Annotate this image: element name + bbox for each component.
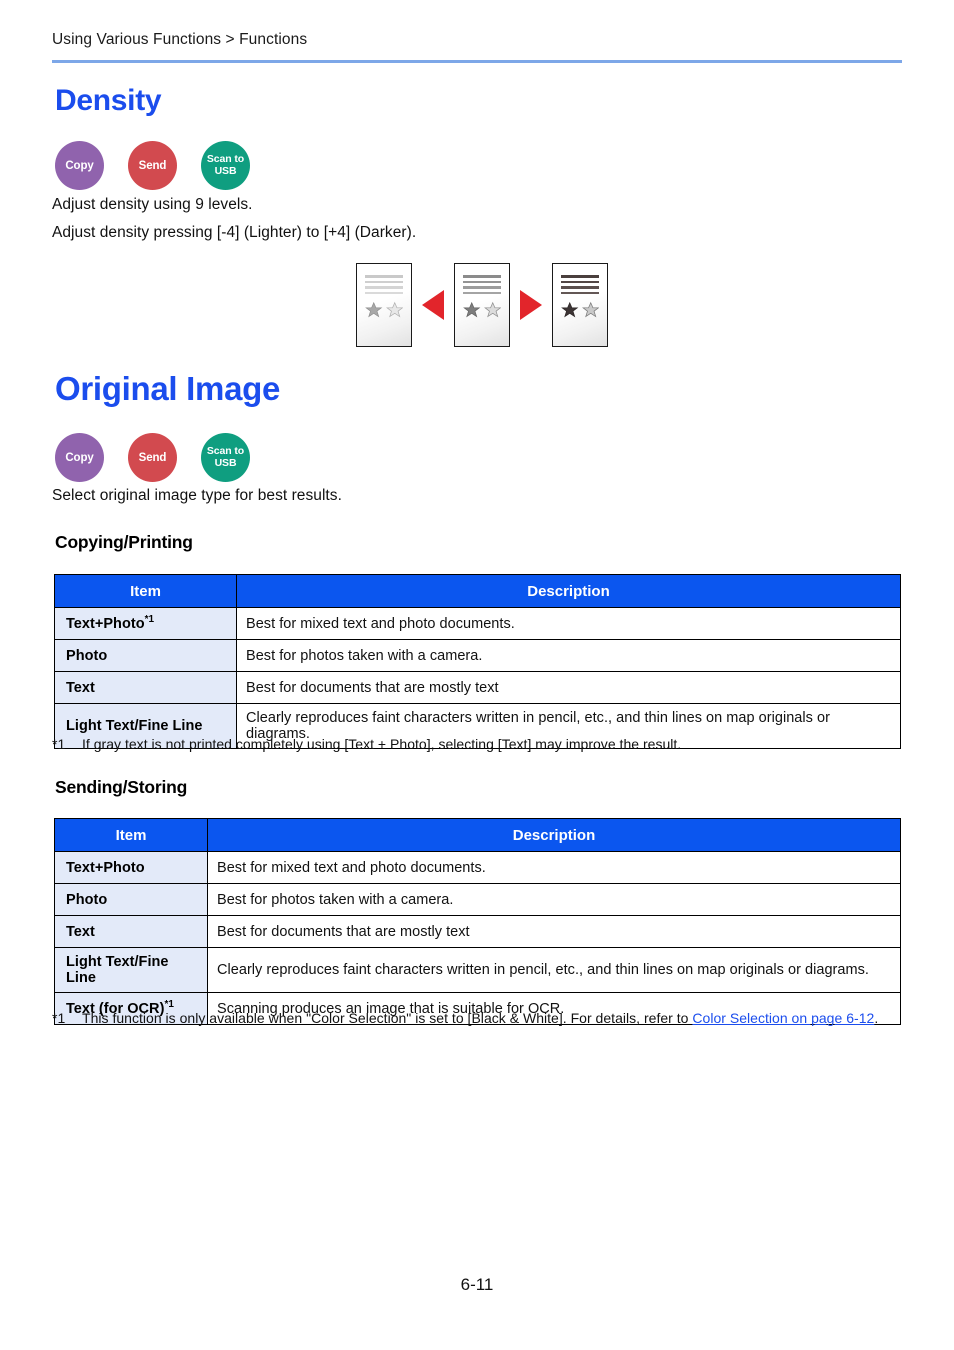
table-row: Photo Best for photos taken with a camer… xyxy=(54,639,901,672)
document-lines-icon xyxy=(365,275,403,294)
badge-send: Send xyxy=(128,141,177,190)
badge-copy: Copy xyxy=(55,141,104,190)
cell-item: Text+Photo xyxy=(54,851,208,884)
document-lines-icon xyxy=(463,275,501,294)
section-heading-sending-storing: Sending/Storing xyxy=(55,777,188,797)
table-row: Photo Best for photos taken with a camer… xyxy=(54,883,901,916)
item-label: Text xyxy=(66,923,95,940)
footnote-text: If gray text is not printed completely u… xyxy=(82,736,682,752)
density-illustration xyxy=(356,263,608,347)
footnote-text-before: This function is only available when "Co… xyxy=(82,1010,693,1026)
item-label: Text+Photo xyxy=(66,615,145,632)
column-header-description: Description xyxy=(236,574,901,608)
item-label: Light Text/Fine Line xyxy=(66,954,169,986)
cell-description: Clearly reproduces faint characters writ… xyxy=(207,947,901,993)
document-thumbnail-darker xyxy=(552,263,608,347)
table-copying-printing: Item Description Text+Photo*1 Best for m… xyxy=(54,574,901,749)
document-stars-icon xyxy=(561,301,599,319)
page-title-density: Density xyxy=(55,84,162,117)
document-stars-icon xyxy=(463,301,501,319)
cell-description: Best for photos taken with a camera. xyxy=(207,883,901,916)
item-label: Photo xyxy=(66,647,108,664)
column-header-item: Item xyxy=(54,818,208,852)
footnote-text-after: . xyxy=(874,1010,879,1026)
cell-description: Best for documents that are mostly text xyxy=(207,915,901,948)
cell-item: Text xyxy=(54,915,208,948)
footnote-marker: *1 xyxy=(164,998,174,1010)
badge-copy: Copy xyxy=(55,433,104,482)
document-thumbnail-lighter xyxy=(356,263,412,347)
star-outline-icon xyxy=(385,301,403,318)
table-row: Light Text/Fine Line Clearly reproduces … xyxy=(54,947,901,993)
cell-item: Photo xyxy=(54,639,237,672)
cell-item: Photo xyxy=(54,883,208,916)
arrow-left-icon xyxy=(422,290,444,320)
table-row: Text Best for documents that are mostly … xyxy=(54,671,901,704)
document-lines-icon xyxy=(561,275,599,294)
table-sending-storing: Item Description Text+Photo Best for mix… xyxy=(54,818,901,1025)
table-header-row: Item Description xyxy=(54,818,901,852)
footnote-sending-storing: *1 This function is only available when "… xyxy=(52,1010,878,1026)
header-divider xyxy=(52,60,902,63)
star-filled-icon xyxy=(365,301,383,318)
column-header-description: Description xyxy=(207,818,901,852)
section-heading-copying-printing: Copying/Printing xyxy=(55,532,193,552)
page-title-original-image: Original Image xyxy=(55,370,281,407)
cell-item: Light Text/Fine Line xyxy=(54,947,208,993)
star-outline-icon xyxy=(581,301,599,318)
page-number: 6-11 xyxy=(460,1275,494,1294)
document-page: Using Various Functions > Functions Dens… xyxy=(0,0,954,1350)
original-image-badge-row: Copy Send Scan to USB xyxy=(55,433,250,482)
table-row: Text Best for documents that are mostly … xyxy=(54,915,901,948)
table-row: Text+Photo*1 Best for mixed text and pho… xyxy=(54,607,901,640)
arrow-right-icon xyxy=(520,290,542,320)
document-thumbnail-normal xyxy=(454,263,510,347)
item-label: Photo xyxy=(66,891,108,908)
breadcrumb: Using Various Functions > Functions xyxy=(52,31,308,48)
item-label: Text xyxy=(66,679,95,696)
document-stars-icon xyxy=(365,301,403,319)
badge-scan-to-usb: Scan to USB xyxy=(201,433,250,482)
star-filled-icon xyxy=(463,301,481,318)
cell-item: Text xyxy=(54,671,237,704)
cell-description: Best for photos taken with a camera. xyxy=(236,639,901,672)
item-label: Light Text/Fine Line xyxy=(66,718,203,734)
badge-send: Send xyxy=(128,433,177,482)
density-paragraph-2: Adjust density pressing [-4] (Lighter) t… xyxy=(52,224,417,241)
link-color-selection[interactable]: Color Selection on page 6-12 xyxy=(692,1010,874,1026)
density-badge-row: Copy Send Scan to USB xyxy=(55,141,250,190)
footnote-marker: *1 xyxy=(52,1010,66,1026)
cell-description: Best for mixed text and photo documents. xyxy=(207,851,901,884)
footnote-marker: *1 xyxy=(52,736,66,752)
item-label: Text+Photo xyxy=(66,859,145,876)
original-image-paragraph: Select original image type for best resu… xyxy=(52,487,342,504)
table-header-row: Item Description xyxy=(54,574,901,608)
star-filled-icon xyxy=(561,301,579,318)
table-row: Text+Photo Best for mixed text and photo… xyxy=(54,851,901,884)
star-outline-icon xyxy=(483,301,501,318)
cell-item: Text+Photo*1 xyxy=(54,607,237,640)
cell-description: Best for documents that are mostly text xyxy=(236,671,901,704)
footnote-copying-printing: *1 If gray text is not printed completely… xyxy=(52,736,681,752)
column-header-item: Item xyxy=(54,574,237,608)
density-paragraph-1: Adjust density using 9 levels. xyxy=(52,196,253,213)
footnote-marker: *1 xyxy=(144,613,155,625)
badge-scan-to-usb: Scan to USB xyxy=(201,141,250,190)
cell-description: Best for mixed text and photo documents. xyxy=(236,607,901,640)
